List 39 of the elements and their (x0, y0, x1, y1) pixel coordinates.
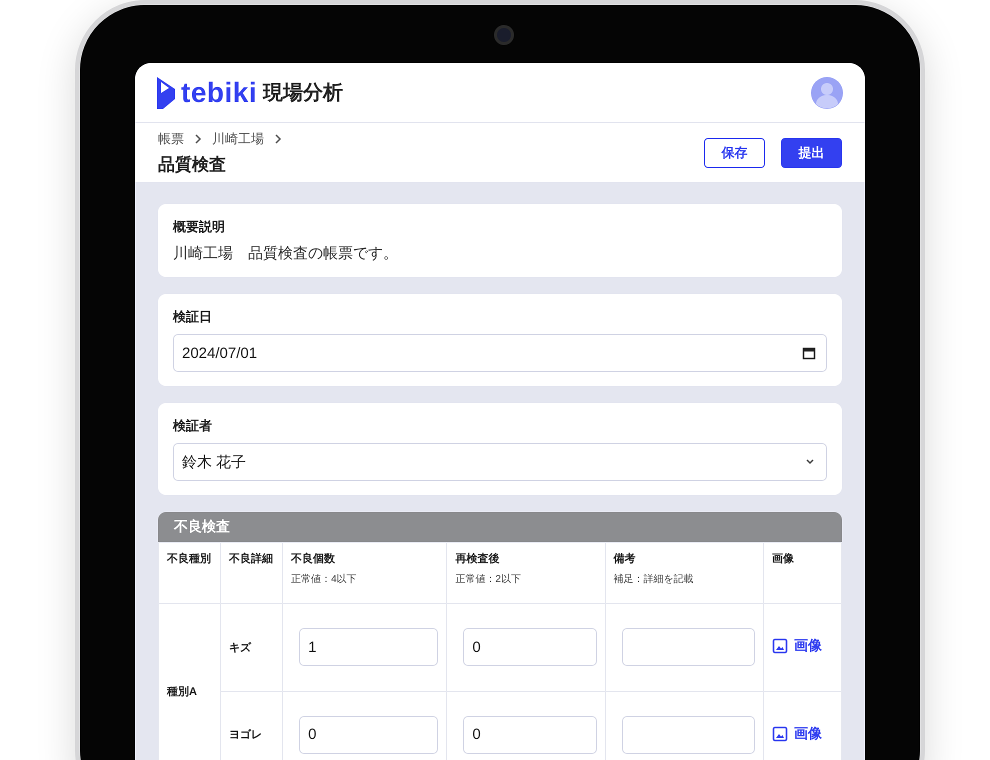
column-header: 不良種別 (158, 542, 221, 604)
column-header: 備考 補足：詳細を記載 (605, 542, 764, 604)
column-header: 画像 (763, 542, 842, 604)
section-header: 不良検査 (158, 512, 842, 542)
field-label: 検証日 (173, 308, 213, 326)
column-header: 不良個数 正常値：4以下 (282, 542, 447, 604)
avatar-icon[interactable] (811, 76, 843, 108)
field-label: 検証者 (173, 417, 213, 435)
chevron-down-icon (804, 458, 816, 466)
image-icon (772, 726, 788, 742)
product-name: 現場分析 (263, 81, 344, 106)
column-header: 再検査後 正常値：2以下 (446, 542, 606, 604)
image-link[interactable]: 画像 (772, 724, 822, 743)
image-link[interactable]: 画像 (772, 637, 822, 656)
field-label: 概要説明 (173, 218, 226, 236)
remarks-input-field[interactable] (622, 716, 755, 754)
number-input-field[interactable]: 0 (299, 716, 438, 754)
description-text: 川崎工場 品質検査の帳票です。 (173, 244, 399, 263)
camera-dot (494, 25, 514, 45)
chevron-right-icon (274, 134, 282, 144)
column-header: 不良詳細 (220, 542, 283, 604)
page-title: 品質検査 (158, 154, 227, 176)
logo-text: tebiki (181, 76, 258, 108)
date-field[interactable]: 2024/07/01 (173, 334, 827, 372)
table-cell: 種別A (158, 604, 221, 760)
chevron-right-icon (194, 134, 202, 144)
logo-icon (157, 76, 175, 108)
save-button[interactable]: 保存 (704, 138, 765, 168)
table-cell: キズ (220, 604, 283, 691)
number-input-field[interactable]: 0 (463, 628, 597, 666)
number-input-field[interactable]: 1 (299, 628, 438, 666)
calendar-icon[interactable] (802, 346, 816, 360)
image-icon (772, 638, 788, 654)
select-field[interactable]: 鈴木 花子 (173, 443, 827, 481)
breadcrumb-link[interactable]: 川崎工場 (212, 130, 264, 148)
submit-button[interactable]: 提出 (781, 138, 842, 168)
remarks-input-field[interactable] (622, 628, 755, 666)
number-input-field[interactable]: 0 (463, 716, 597, 754)
breadcrumb-link[interactable]: 帳票 (158, 130, 184, 148)
